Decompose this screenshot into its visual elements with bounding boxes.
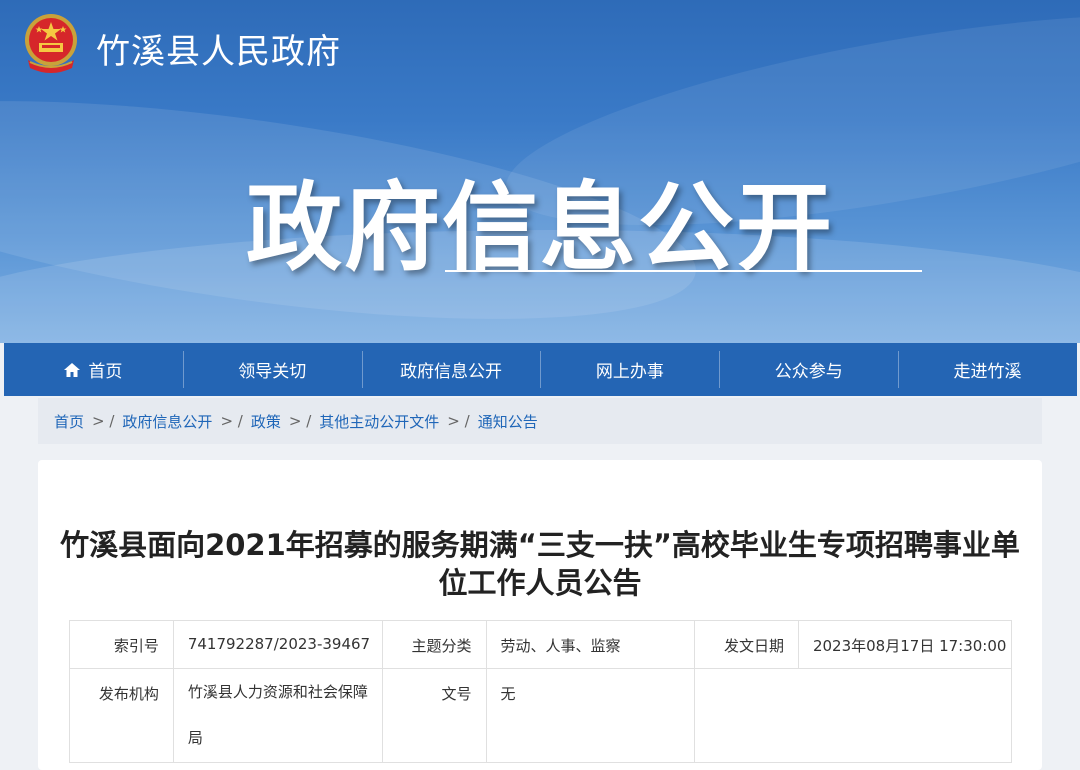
breadcrumb-item-other-files[interactable]: 其他主动公开文件 — [319, 411, 439, 432]
header-banner: 竹溪县人民政府 政府信息公开 — [0, 0, 1080, 343]
national-emblem-icon[interactable] — [22, 12, 80, 74]
nav-item-label: 公众参与 — [774, 362, 843, 382]
nav-item-label: 走进竹溪 — [953, 362, 1022, 382]
nav-item-public-participation[interactable]: 公众参与 — [719, 343, 898, 396]
docno-label: 文号 — [381, 668, 487, 763]
nav-item-about-zhuxi[interactable]: 走进竹溪 — [898, 343, 1077, 396]
article-panel: 竹溪县面向2021年招募的服务期满“三支一扶”高校毕业生专项招聘事业单位工作人员… — [38, 460, 1042, 770]
home-icon — [64, 362, 81, 377]
nav-item-home[interactable]: 首页 — [4, 343, 183, 396]
index-value: 741792287/2023-39467 — [172, 620, 383, 669]
publisher-value: 竹溪县人力资源和社会保障局 — [172, 668, 383, 763]
nav-item-gov-info[interactable]: 政府信息公开 — [361, 343, 541, 396]
nav-item-label: 网上办事 — [595, 362, 664, 382]
article-title: 竹溪县面向2021年招募的服务期满“三支一扶”高校毕业生专项招聘事业单位工作人员… — [60, 528, 1020, 600]
nav-item-label: 政府信息公开 — [400, 362, 503, 382]
main-nav: 首页 领导关切 政府信息公开 网上办事 公众参与 走进竹溪 — [4, 343, 1077, 396]
breadcrumb-separator: > / — [220, 412, 243, 430]
breadcrumb-item-policy[interactable]: 政策 — [251, 411, 281, 432]
publisher-label: 发布机构 — [69, 668, 174, 763]
date-value: 2023年08月17日 17:30:00 — [797, 620, 1013, 669]
topic-label: 主题分类 — [381, 620, 487, 669]
nav-item-online-services[interactable]: 网上办事 — [540, 343, 719, 396]
breadcrumb-item-home[interactable]: 首页 — [54, 411, 84, 432]
docno-value: 无 — [485, 668, 696, 763]
breadcrumb-item-gov-info[interactable]: 政府信息公开 — [122, 411, 212, 432]
breadcrumb-separator: > / — [288, 412, 312, 430]
topic-value: 劳动、人事、监察 — [485, 620, 696, 669]
nav-item-leadership[interactable]: 领导关切 — [182, 343, 362, 396]
nav-item-label: 领导关切 — [238, 362, 307, 382]
banner-title: 政府信息公开 — [246, 172, 834, 284]
date-label: 发文日期 — [694, 620, 799, 669]
site-name[interactable]: 竹溪县人民政府 — [96, 24, 341, 73]
article-meta-table: 索引号 741792287/2023-39467 主题分类 劳动、人事、监察 发… — [69, 620, 1013, 763]
banner-divider — [445, 270, 922, 272]
index-label: 索引号 — [69, 620, 174, 669]
breadcrumb: 首页 > / 政府信息公开 > / 政策 > / 其他主动公开文件 > / 通知… — [38, 398, 1042, 444]
nav-item-label: 首页 — [88, 362, 123, 382]
breadcrumb-separator: > / — [447, 412, 470, 430]
breadcrumb-item-notices[interactable]: 通知公告 — [478, 411, 538, 432]
breadcrumb-separator: > / — [92, 412, 115, 430]
empty-cell — [694, 668, 1012, 763]
